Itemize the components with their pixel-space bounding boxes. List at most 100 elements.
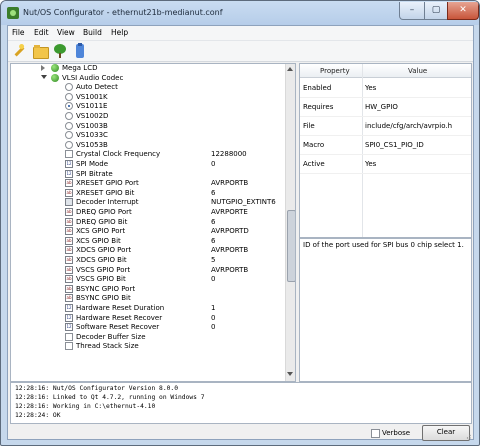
radio-button-icon[interactable] [65,92,73,101]
tree-item[interactable]: 12 SPI Bitrate [11,169,283,179]
tree-item[interactable]: Decoder Interrupt NUTGPIO_EXTINT6 [11,198,283,207]
log-panel[interactable]: 12:28:16: Nut/OS Configurator Version 8.… [10,382,472,424]
close-button[interactable]: ✕ [447,2,479,20]
tree-item[interactable]: VS1002D [11,112,283,121]
tree-item[interactable]: ab BSYNC GPIO Bit [11,294,283,303]
menu-help[interactable]: Help [111,28,128,37]
property-row[interactable]: Requires HW_GPIO [300,97,471,117]
app-logo-icon [7,7,19,19]
radio-button-icon[interactable] [65,121,73,130]
tree-item-label: VS1002D [76,112,109,120]
numeric-option-icon: 12 [65,323,73,332]
tree-item[interactable]: 12 Hardware Reset Duration 1 [11,304,283,313]
build-tree-button[interactable] [52,43,68,59]
property-row[interactable]: File include/cfg/arch/avrpio.h [300,116,471,136]
tree-item[interactable]: VS1033C [11,131,283,140]
tree-item[interactable]: VS1003B [11,121,283,131]
tree-item-label: DREQ GPIO Bit [76,217,128,226]
tree-item-label: XDCS GPIO Bit [76,256,127,264]
tree-item[interactable]: ab XDCS GPIO Bit 5 [11,256,283,265]
radio-button-icon[interactable] [65,140,73,149]
tree-item[interactable]: 12 Software Reset Recover 0 [11,323,283,332]
tree-item[interactable]: ab XDCS GPIO Port AVRPORTB [11,246,283,255]
radio-button-icon[interactable] [65,83,73,92]
tree-item[interactable]: ab XRESET GPIO Port AVRPORTB [11,179,283,188]
tree-item-label: Decoder Interrupt [76,198,139,207]
tree-item[interactable]: 12 SPI Mode 0 [11,160,283,169]
scroll-down-icon[interactable] [287,372,293,376]
property-row[interactable]: Macro SPI0_CS1_PIO_ID [300,135,471,155]
tree-item[interactable]: ab XCS GPIO Port AVRPORTD [11,227,283,236]
build-library-button[interactable] [72,43,88,59]
value-column-header[interactable]: Value [408,67,427,75]
verbose-checkbox[interactable] [371,429,380,438]
tree-item-value: AVRPORTD [211,227,249,236]
scroll-thumb[interactable] [287,210,295,282]
tree-item[interactable]: VLSI Audio Codec [11,73,283,83]
tree-item[interactable]: Decoder Buffer Size [11,332,283,342]
scroll-up-icon[interactable] [287,67,293,71]
menu-bar: File Edit View Build Help [8,26,473,41]
resize-grip-icon[interactable] [463,434,471,439]
radio-button-selected-icon[interactable] [65,102,73,111]
tree-item-value: 6 [211,236,216,245]
tree-item[interactable]: ab DREQ GPIO Port AVRPORTE [11,208,283,217]
menu-file[interactable]: File [12,28,25,37]
component-tree[interactable]: Mega LCD VLSI Audio Codec Auto Detect VS100… [10,63,296,382]
maximize-button[interactable]: ▢ [424,2,448,20]
text-option-icon: ab [65,294,73,303]
tree-item[interactable]: ab BSYNC GPIO Port [11,284,283,294]
settings-wizard-button[interactable] [12,43,28,59]
tree-item[interactable]: Mega LCD [11,64,283,73]
option-box-icon[interactable] [65,150,73,159]
open-button[interactable] [32,43,49,59]
tree-item[interactable]: ab VSCS GPIO Port AVRPORTB [11,265,283,275]
tree-item[interactable]: ab VSCS GPIO Bit 0 [11,275,283,284]
tree-item-label: Auto Detect [76,83,118,92]
radio-button-icon[interactable] [65,131,73,140]
property-value: SPI0_CS1_PIO_ID [365,141,424,149]
property-row[interactable]: Active Yes [300,154,471,174]
tree-item-value: 0 [211,275,216,284]
bottle-icon [76,43,84,58]
option-box-icon[interactable] [65,332,73,341]
radio-button-icon[interactable] [65,112,73,120]
tree-item[interactable]: 12 Hardware Reset Recover 0 [11,313,283,323]
tree-item-label: VS1003B [76,121,108,130]
tree-item[interactable]: Thread Stack Size [11,342,283,351]
property-row[interactable]: Enabled Yes [300,78,471,98]
tree-item[interactable]: ab XCS GPIO Bit 6 [11,236,283,246]
tree-item-value: 5 [211,256,216,264]
tree-item[interactable]: ab DREQ GPIO Bit 6 [11,217,283,227]
menu-build[interactable]: Build [83,28,102,37]
menu-edit[interactable]: Edit [34,28,49,37]
tree-item[interactable]: Crystal Clock Frequency 12288000 [11,150,283,159]
tree-item-value: AVRPORTE [211,208,248,216]
log-line: 12:28:16: Working in C:\ethernut-4.10 [15,403,156,410]
tree-item-label: Hardware Reset Duration [76,304,165,312]
title-bar[interactable]: Nut/OS Configurator - ethernut21b-median… [1,1,479,25]
tree-item-value: 0 [211,313,216,322]
tree-item-label: Thread Stack Size [76,342,139,351]
minimize-button[interactable]: – [399,2,425,20]
tree-item-label: Hardware Reset Recover [76,313,163,322]
tree-item[interactable]: VS1011E [11,102,283,111]
tree-item-label: BSYNC GPIO Bit [76,294,131,303]
property-column-header[interactable]: Property [320,67,350,75]
numeric-option-icon: 12 [65,160,73,168]
numeric-option-icon: 12 [65,313,73,322]
option-box-icon[interactable] [65,342,73,351]
property-key: Enabled [303,84,332,92]
menu-view[interactable]: View [57,28,75,37]
tree-item[interactable]: VS1001K [11,92,283,102]
tree-item[interactable]: VS1053B [11,140,283,150]
tree-item-label: VLSI Audio Codec [62,73,124,82]
tree-scrollbar[interactable] [285,64,295,381]
verbose-label: Verbose [382,429,411,437]
expand-arrow-icon[interactable] [41,65,45,71]
tree-item[interactable]: ab XRESET GPIO Bit 6 [11,188,283,198]
tree-item[interactable]: Auto Detect [11,83,283,92]
collapse-arrow-icon[interactable] [41,74,47,79]
log-line: 12:28:16: Linked to Qt 4.7.2, running on… [15,394,205,401]
description-text: ID of the port used for SPI bus 0 chip s… [303,241,464,249]
